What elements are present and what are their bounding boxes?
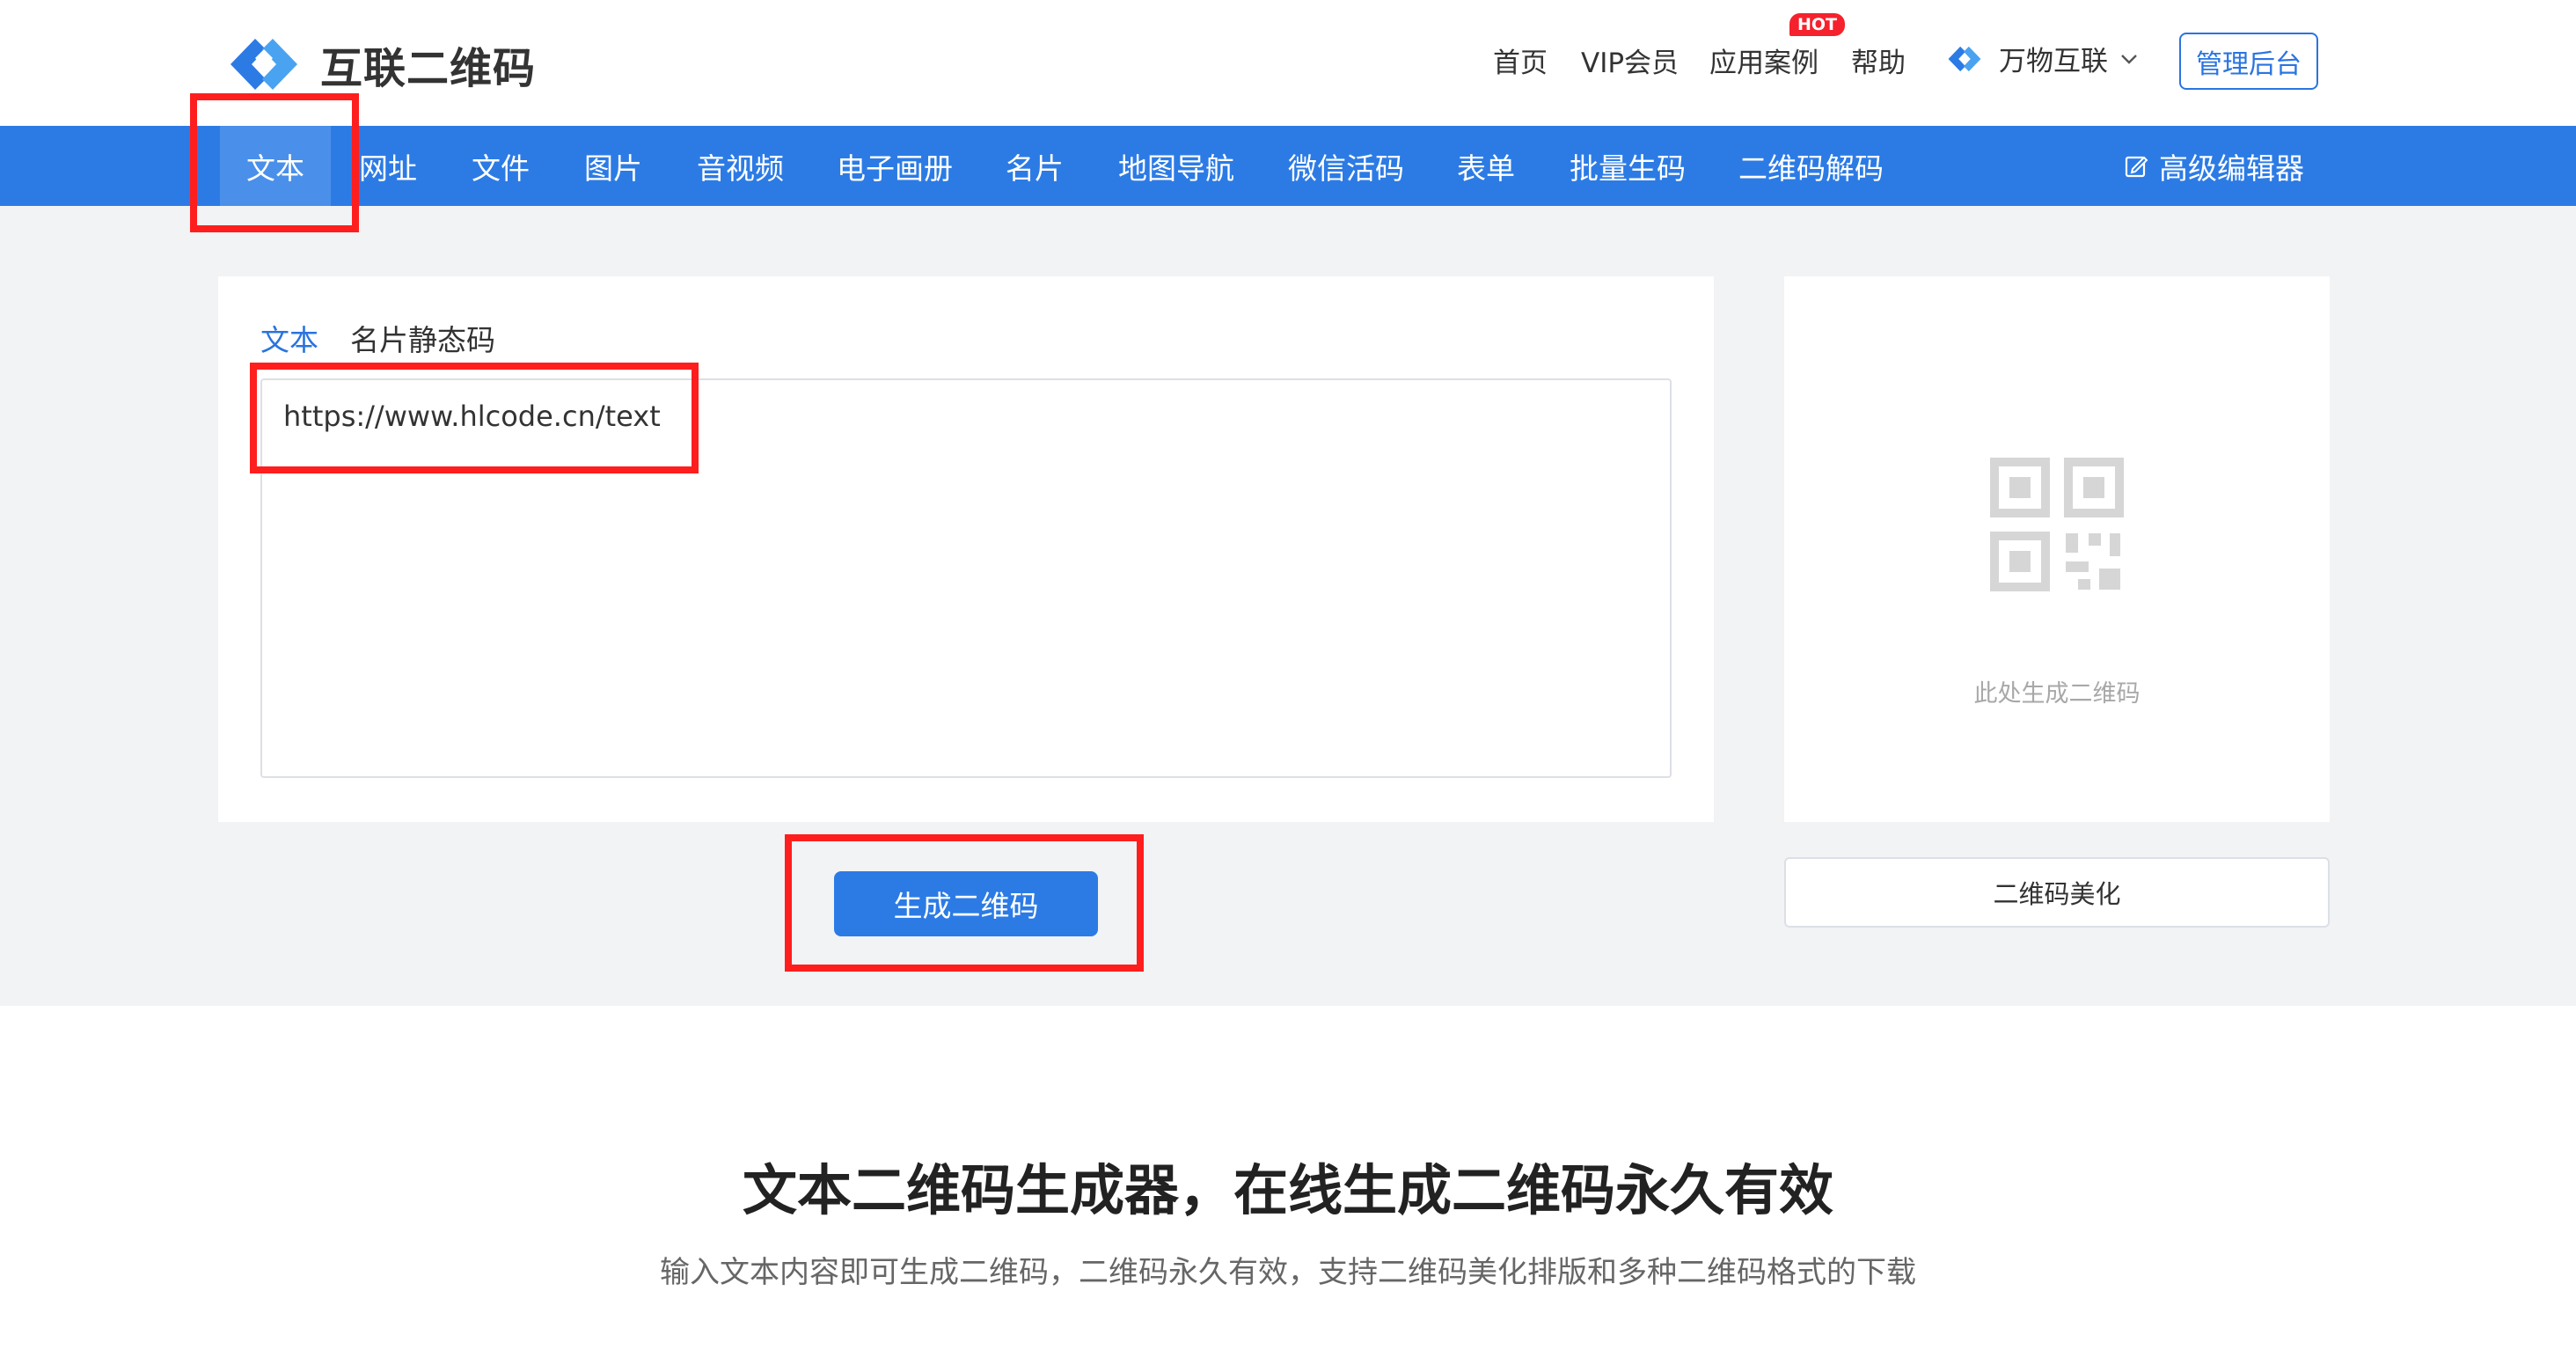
subtab-business-card-static[interactable]: 名片静态码: [350, 317, 495, 359]
qr-code-icon: [1990, 458, 2124, 591]
generator-workspace: 文本 名片静态码 https://www.hlcode.cn/text 生成二维…: [0, 206, 2576, 1006]
tab-batch-generate[interactable]: 批量生码: [1570, 126, 1686, 206]
qr-beautify-button[interactable]: 二维码美化: [1784, 857, 2330, 928]
qr-preview-card: 此处生成二维码: [1784, 276, 2330, 822]
text-content-input[interactable]: https://www.hlcode.cn/text: [260, 378, 1672, 778]
logo-text: 互联二维码: [320, 44, 537, 93]
tab-image[interactable]: 图片: [584, 126, 642, 206]
generate-qr-button[interactable]: 生成二维码: [834, 871, 1098, 936]
nav-cases[interactable]: 应用案例: [1709, 40, 1819, 80]
tab-url[interactable]: 网址: [359, 126, 417, 206]
chain-link-logo-icon: [1948, 46, 1981, 71]
tab-ebook[interactable]: 电子画册: [837, 126, 953, 206]
edit-icon: [2125, 156, 2148, 177]
brand-menu-label: 万物互联: [1999, 46, 2108, 77]
nav-vip[interactable]: VIP会员: [1581, 40, 1679, 80]
advanced-editor-label: 高级编辑器: [2159, 150, 2304, 186]
qr-placeholder-label: 此处生成二维码: [1973, 680, 2141, 708]
nav-home[interactable]: 首页: [1493, 40, 1548, 80]
chevron-down-icon: [2121, 54, 2137, 64]
intro-subtitle: 输入文本内容即可生成二维码，二维码永久有效，支持二维码美化排版和多种二维码格式的…: [660, 1255, 1916, 1290]
tab-business-card[interactable]: 名片: [1006, 126, 1064, 206]
advanced-editor-link[interactable]: 高级编辑器: [2124, 126, 2304, 206]
intro-title: 文本二维码生成器，在线生成二维码永久有效: [742, 1158, 1833, 1222]
text-editor-card: 文本 名片静态码 https://www.hlcode.cn/text: [218, 276, 1714, 822]
subtab-text[interactable]: 文本: [260, 317, 318, 359]
nav-help[interactable]: 帮助: [1851, 40, 1906, 80]
hot-badge: HOT: [1789, 13, 1846, 36]
tab-wechat-live-code[interactable]: 微信活码: [1288, 126, 1404, 206]
tab-form[interactable]: 表单: [1457, 126, 1515, 206]
tab-audio-video[interactable]: 音视频: [697, 126, 784, 206]
site-logo[interactable]: 互联二维码: [220, 26, 536, 102]
editor-subtabs: 文本 名片静态码: [260, 317, 527, 359]
admin-button[interactable]: 管理后台: [2179, 33, 2318, 90]
tab-text[interactable]: 文本: [220, 126, 331, 206]
tab-map-navigation[interactable]: 地图导航: [1118, 126, 1234, 206]
site-header: 互联二维码 首页 VIP会员 应用案例 HOT 帮助 万物互联 管理后台: [0, 0, 2576, 126]
tab-qr-decode[interactable]: 二维码解码: [1738, 126, 1884, 206]
category-navbar: 文本 网址 文件 图片 音视频 电子画册 名片 地图导航 微信活码 表单 批量生…: [0, 126, 2576, 206]
tab-file[interactable]: 文件: [472, 126, 530, 206]
brand-menu[interactable]: 万物互联: [1943, 39, 2140, 78]
chain-link-logo-icon: [231, 39, 297, 90]
